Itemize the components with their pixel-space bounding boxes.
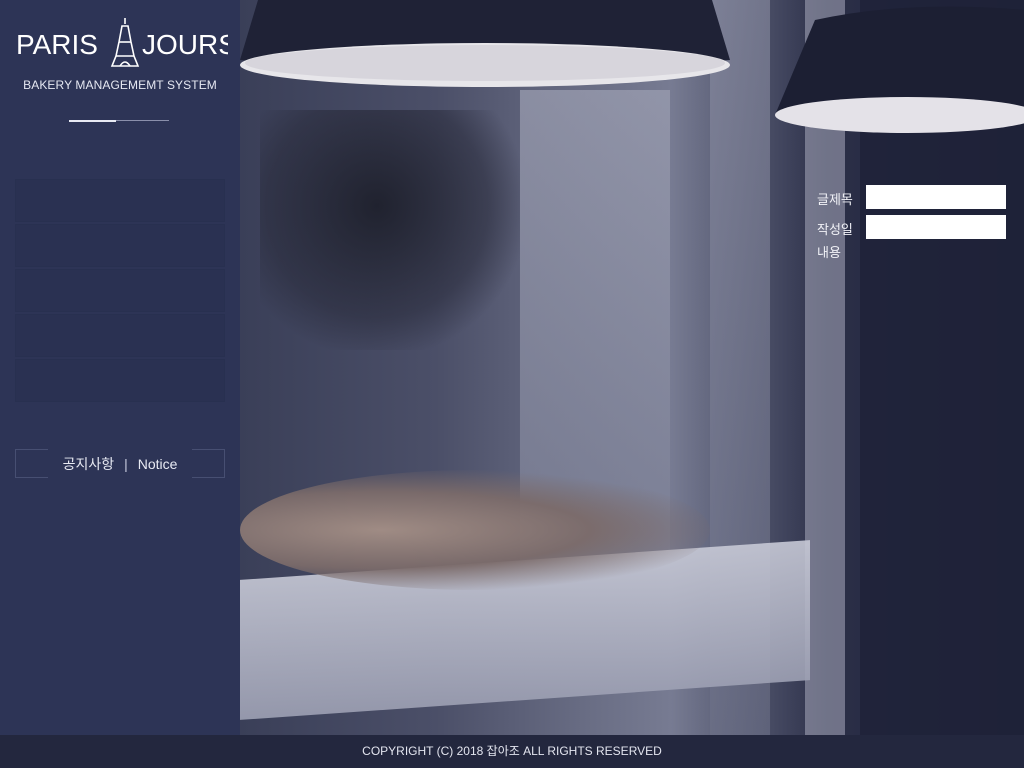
pendant-lamp-right [775,6,1024,133]
post-form: 글제목 작성일 내용 [817,185,1007,261]
app-root: PARIS JOURS BAKERY MANAGEMEMT SYSTEM 공지사… [0,0,1024,768]
notice-label-en: Notice [137,456,178,472]
system-subtitle: BAKERY MANAGEMEMT SYSTEM [23,78,217,92]
main-content: 글제목 작성일 내용 [240,0,1024,735]
eiffel-tower-icon [110,18,140,67]
background-photo-bread [240,470,710,590]
date-label: 작성일 [817,223,853,238]
sidebar-menu-item-4[interactable] [15,314,225,357]
sidebar: PARIS JOURS BAKERY MANAGEMEMT SYSTEM 공지사… [0,0,240,735]
sidebar-menu-item-5[interactable] [15,359,225,402]
sidebar-menu [15,179,225,404]
logo-wordmark: PARIS JOURS [16,18,228,67]
notice-label-ko: 공지사항 [62,456,115,472]
brand-logo[interactable]: PARIS JOURS [16,18,228,70]
form-row-date: 작성일 [817,215,1007,245]
date-input[interactable] [866,215,1006,239]
sidebar-menu-item-2[interactable] [15,224,225,267]
title-label: 글제목 [817,193,853,208]
notice-label: 공지사항 | Notice [15,454,225,474]
footer-copyright: COPYRIGHT (C) 2018 잡아조 ALL RIGHTS RESERV… [0,735,1024,768]
title-input[interactable] [866,185,1006,209]
pendant-lamp-left [240,0,730,87]
notice-separator: | [124,456,128,472]
sidebar-menu-item-1[interactable] [15,179,225,222]
logo-text-left: PARIS [16,29,98,60]
logo-text-right: JOURS [142,29,228,60]
divider-accent [69,120,116,122]
sidebar-menu-item-3[interactable] [15,269,225,312]
background-photo-plant [260,110,520,350]
notice-button[interactable]: 공지사항 | Notice [15,449,225,478]
form-row-title: 글제목 [817,185,1007,215]
